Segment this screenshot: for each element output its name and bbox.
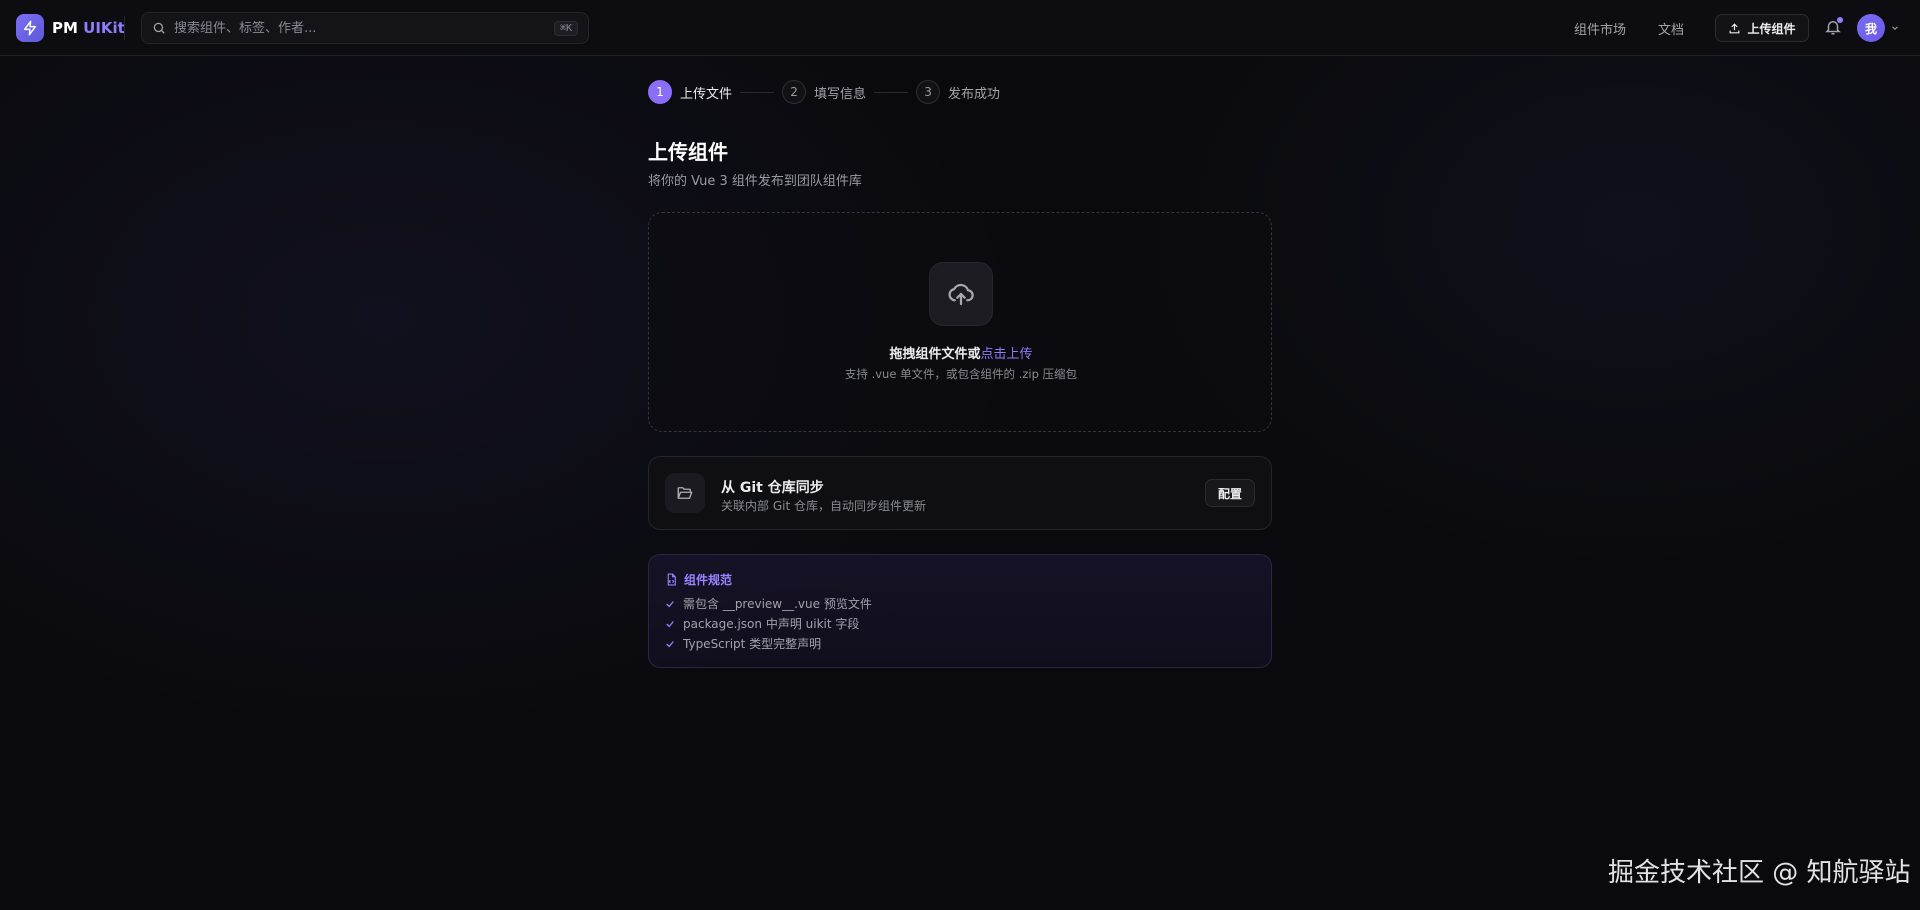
upload-button-label: 上传组件 bbox=[1747, 21, 1796, 36]
git-sync-card: 从 Git 仓库同步 关联内部 Git 仓库，自动同步组件更新 配置 bbox=[648, 456, 1272, 530]
cloud-upload-icon bbox=[929, 262, 993, 326]
search-box[interactable]: ⌘K bbox=[141, 12, 589, 44]
check-icon bbox=[666, 600, 674, 607]
upload-steps: 1 上传文件 2 填写信息 3 发布成功 bbox=[648, 80, 1000, 104]
nav-docs[interactable]: 文档 bbox=[1658, 19, 1684, 38]
git-sync-desc: 关联内部 Git 仓库，自动同步组件更新 bbox=[721, 499, 926, 513]
step-fill-info: 2 填写信息 bbox=[782, 80, 866, 104]
watermark: 掘金技术社区 @ 知航驿站 bbox=[1608, 858, 1911, 888]
brand-logo[interactable]: PM UIKit bbox=[16, 14, 125, 42]
git-sync-title: 从 Git 仓库同步 bbox=[721, 480, 824, 496]
page-title: 上传组件 bbox=[648, 140, 728, 164]
brand-name-pm: PM bbox=[52, 19, 78, 37]
step-label: 填写信息 bbox=[814, 86, 867, 102]
rule-item: 需包含 __preview__.vue 预览文件 bbox=[665, 595, 872, 612]
chevron-down-icon[interactable] bbox=[1890, 23, 1900, 33]
top-header: PM UIKit ⌘K 组件市场 文档 上传组件 我 bbox=[0, 0, 1920, 56]
component-rules-card: 组件规范 需包含 __preview__.vue 预览文件 package.js… bbox=[648, 554, 1272, 668]
check-icon bbox=[666, 620, 674, 627]
configure-button[interactable]: 配置 bbox=[1205, 479, 1255, 507]
step-connector bbox=[874, 91, 909, 93]
step-connector bbox=[740, 91, 775, 93]
avatar[interactable]: 我 bbox=[1857, 14, 1885, 42]
click-upload-link[interactable]: 点击上传 bbox=[981, 347, 1033, 362]
step-number: 1 bbox=[648, 80, 672, 104]
step-publish-success: 3 发布成功 bbox=[916, 80, 1000, 104]
upload-icon bbox=[1730, 22, 1740, 33]
rule-text: 需包含 __preview__.vue 预览文件 bbox=[683, 597, 872, 611]
step-label: 上传文件 bbox=[680, 86, 733, 102]
upload-component-button[interactable]: 上传组件 bbox=[1715, 14, 1809, 42]
file-dropzone[interactable]: 拖拽组件文件或点击上传 支持 .vue 单文件，或包含组件的 .zip 压缩包 bbox=[648, 212, 1272, 432]
rules-title: 组件规范 bbox=[684, 573, 733, 587]
dropzone-title-text: 拖拽组件文件或 bbox=[889, 347, 981, 362]
rule-text: package.json 中声明 uikit 字段 bbox=[683, 617, 860, 631]
check-icon bbox=[666, 640, 674, 647]
rule-text: TypeScript 类型完整声明 bbox=[683, 637, 822, 651]
step-upload-file: 1 上传文件 bbox=[648, 80, 732, 104]
dropzone-hint: 支持 .vue 单文件，或包含组件的 .zip 压缩包 bbox=[844, 367, 1078, 381]
rule-item: TypeScript 类型完整声明 bbox=[665, 635, 821, 652]
page-subtitle: 将你的 Vue 3 组件发布到团队组件库 bbox=[648, 174, 862, 189]
notification-dot bbox=[1837, 17, 1843, 23]
step-label: 发布成功 bbox=[948, 86, 1001, 102]
lightning-icon bbox=[16, 14, 44, 42]
search-input[interactable] bbox=[174, 20, 554, 36]
search-icon bbox=[153, 22, 165, 34]
brand-name: PM UIKit bbox=[52, 19, 125, 37]
header-divider bbox=[124, 16, 125, 40]
step-number: 2 bbox=[782, 80, 807, 104]
brand-name-uikit: UIKit bbox=[83, 19, 125, 37]
step-number: 3 bbox=[916, 80, 941, 104]
search-shortcut-badge: ⌘K bbox=[553, 20, 578, 36]
dropzone-title: 拖拽组件文件或点击上传 bbox=[649, 343, 1273, 362]
nav-component-market[interactable]: 组件市场 bbox=[1574, 19, 1626, 38]
rules-header: 组件规范 bbox=[665, 571, 732, 588]
folder-open-icon bbox=[665, 473, 705, 513]
rule-item: package.json 中声明 uikit 字段 bbox=[665, 615, 859, 632]
file-code-icon bbox=[667, 573, 676, 586]
